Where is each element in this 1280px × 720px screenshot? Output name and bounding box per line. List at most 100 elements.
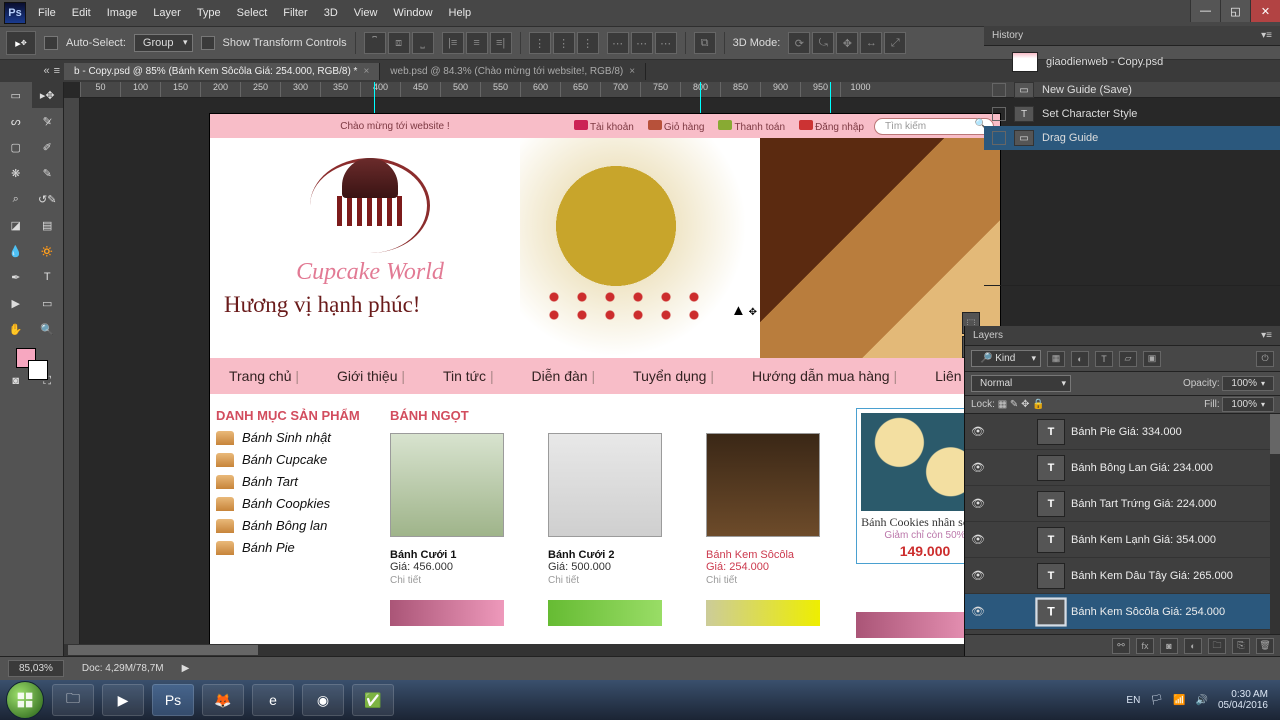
hand-tool[interactable]: ✋: [0, 316, 32, 342]
visibility-eye-icon[interactable]: 👁: [965, 605, 991, 618]
tab-close-icon[interactable]: ×: [629, 66, 635, 77]
menu-view[interactable]: View: [346, 7, 386, 19]
document-tab[interactable]: b - Copy.psd @ 85% (Bánh Kem Sôcôla Giá:…: [64, 63, 380, 80]
visibility-toggle[interactable]: [992, 131, 1006, 145]
gradient-tool[interactable]: ▤: [32, 212, 64, 238]
nav-news[interactable]: Tin tức: [443, 368, 494, 384]
color-swatches[interactable]: [0, 342, 63, 384]
filter-shape-icon[interactable]: ▱: [1119, 351, 1137, 367]
history-state[interactable]: ▭New Guide (Save): [984, 78, 1280, 102]
zoom-tool[interactable]: 🔍: [32, 316, 64, 342]
status-play-icon[interactable]: ▶: [182, 663, 190, 674]
lock-position-icon[interactable]: ✥: [1021, 399, 1029, 410]
crop-tool[interactable]: ▢: [0, 134, 32, 160]
nav-about[interactable]: Giới thiệu: [337, 368, 405, 384]
menu-image[interactable]: Image: [99, 7, 146, 19]
ie-taskbar-icon[interactable]: e: [252, 684, 294, 716]
history-file[interactable]: giaodienweb - Copy.psd: [984, 46, 1280, 78]
menu-select[interactable]: Select: [229, 7, 276, 19]
category-item[interactable]: Bánh Sinh nhật: [242, 430, 331, 445]
search-input[interactable]: Tìm kiếm: [874, 118, 994, 135]
nav-careers[interactable]: Tuyển dụng: [633, 368, 714, 384]
current-tool-icon[interactable]: ▸✥: [6, 31, 36, 55]
zoom-level[interactable]: 85,03%: [8, 660, 64, 677]
panel-menu-icon[interactable]: ▾≡: [1261, 330, 1272, 341]
align-left-icon[interactable]: |≡: [442, 32, 464, 54]
clock-time[interactable]: 0:30 AM: [1218, 689, 1268, 700]
product-detail-link[interactable]: Chi tiết: [390, 575, 504, 586]
align-bottom-icon[interactable]: ⎵: [412, 32, 434, 54]
background-color[interactable]: [28, 360, 48, 380]
category-item[interactable]: Bánh Coopkies: [242, 496, 330, 511]
visibility-toggle[interactable]: [992, 107, 1006, 121]
document-tab[interactable]: web.psd @ 84.3% (Chào mừng tới website!,…: [380, 63, 646, 80]
layer-row[interactable]: 👁TBánh Bông Lan Giá: 234.000: [965, 450, 1280, 486]
shape-tool[interactable]: ▭: [32, 290, 64, 316]
lasso-tool[interactable]: ᔕ: [0, 108, 32, 134]
app-taskbar-icon[interactable]: ✅: [352, 684, 394, 716]
opacity-field[interactable]: 100%: [1222, 376, 1274, 391]
history-state[interactable]: ▭Drag Guide: [984, 126, 1280, 150]
filter-adjust-icon[interactable]: ◐: [1071, 351, 1089, 367]
fill-field[interactable]: 100%: [1222, 397, 1274, 412]
product-card[interactable]: Bánh Cưới 2 Giá: 500.000 Chi tiết: [548, 433, 662, 586]
adjustment-layer-icon[interactable]: ◐: [1184, 638, 1202, 654]
cart-link[interactable]: Giỏ hàng: [664, 122, 705, 133]
firefox-taskbar-icon[interactable]: 🦊: [202, 684, 244, 716]
visibility-toggle[interactable]: [992, 83, 1006, 97]
visibility-eye-icon[interactable]: 👁: [965, 533, 991, 546]
clone-stamp-tool[interactable]: ⌕: [0, 186, 32, 212]
chrome-taskbar-icon[interactable]: ◉: [302, 684, 344, 716]
menu-window[interactable]: Window: [385, 7, 440, 19]
visibility-eye-icon[interactable]: 👁: [965, 497, 991, 510]
layer-row[interactable]: 👁TBánh Kem Dâu Tây Giá: 265.000: [965, 558, 1280, 594]
quick-select-tool[interactable]: ✎̷: [32, 108, 64, 134]
align-right-icon[interactable]: ≡|: [490, 32, 512, 54]
distribute-right-icon[interactable]: ⋯: [655, 32, 677, 54]
distribute-left-icon[interactable]: ⋯: [607, 32, 629, 54]
explorer-taskbar-icon[interactable]: 🗀: [52, 684, 94, 716]
brush-tool[interactable]: ✎: [32, 160, 64, 186]
filter-toggle-icon[interactable]: ⏻: [1256, 351, 1274, 367]
menu-edit[interactable]: Edit: [64, 7, 99, 19]
product-thumb[interactable]: [706, 600, 820, 626]
filter-smart-icon[interactable]: ▣: [1143, 351, 1161, 367]
menu-filter[interactable]: Filter: [275, 7, 315, 19]
distribute-hcenter-icon[interactable]: ⋯: [631, 32, 653, 54]
panel-menu-icon[interactable]: ▾≡: [1261, 30, 1272, 41]
photoshop-taskbar-icon[interactable]: Ps: [152, 684, 194, 716]
visibility-eye-icon[interactable]: 👁: [965, 569, 991, 582]
eraser-tool[interactable]: ◪: [0, 212, 32, 238]
show-transform-checkbox[interactable]: [201, 36, 215, 50]
nav-guide[interactable]: Hướng dẫn mua hàng: [752, 368, 897, 384]
login-link[interactable]: Đăng nhập: [815, 122, 864, 133]
tray-network-icon[interactable]: 📶: [1173, 695, 1185, 706]
align-top-icon[interactable]: ⎴: [364, 32, 386, 54]
minimize-button[interactable]: —: [1190, 0, 1220, 22]
distribute-bottom-icon[interactable]: ⋮: [577, 32, 599, 54]
auto-select-checkbox[interactable]: [44, 36, 58, 50]
layers-scrollbar[interactable]: [1270, 414, 1280, 634]
layer-filter-kind[interactable]: 🔎 Kind: [971, 350, 1041, 367]
nav-home[interactable]: Trang chủ: [229, 368, 299, 384]
move-tool[interactable]: ▸✥: [32, 82, 64, 108]
history-state[interactable]: TSet Character Style: [984, 102, 1280, 126]
close-button[interactable]: ✕: [1250, 0, 1280, 22]
dodge-tool[interactable]: 🔅: [32, 238, 64, 264]
eyedropper-tool[interactable]: ✐: [32, 134, 64, 160]
nav-forum[interactable]: Diễn đàn: [532, 368, 596, 384]
product-detail-link[interactable]: Chi tiết: [706, 575, 820, 586]
restore-button[interactable]: ◱: [1220, 0, 1250, 22]
spot-heal-tool[interactable]: ❋: [0, 160, 32, 186]
align-vcenter-icon[interactable]: ⧈: [388, 32, 410, 54]
filter-pixel-icon[interactable]: ▦: [1047, 351, 1065, 367]
vertical-ruler[interactable]: [64, 98, 80, 656]
marquee-tool[interactable]: ▭: [0, 82, 32, 108]
distribute-vcenter-icon[interactable]: ⋮: [553, 32, 575, 54]
document-canvas[interactable]: Chào mừng tới website ! Tài khoản Giỏ hà…: [210, 114, 1000, 656]
lock-transparent-icon[interactable]: ▦: [998, 399, 1007, 410]
3d-slide-icon[interactable]: ↔: [860, 32, 882, 54]
3d-scale-icon[interactable]: ⤢: [884, 32, 906, 54]
product-detail-link[interactable]: Chi tiết: [548, 575, 662, 586]
blend-mode-dropdown[interactable]: Normal: [971, 375, 1071, 392]
